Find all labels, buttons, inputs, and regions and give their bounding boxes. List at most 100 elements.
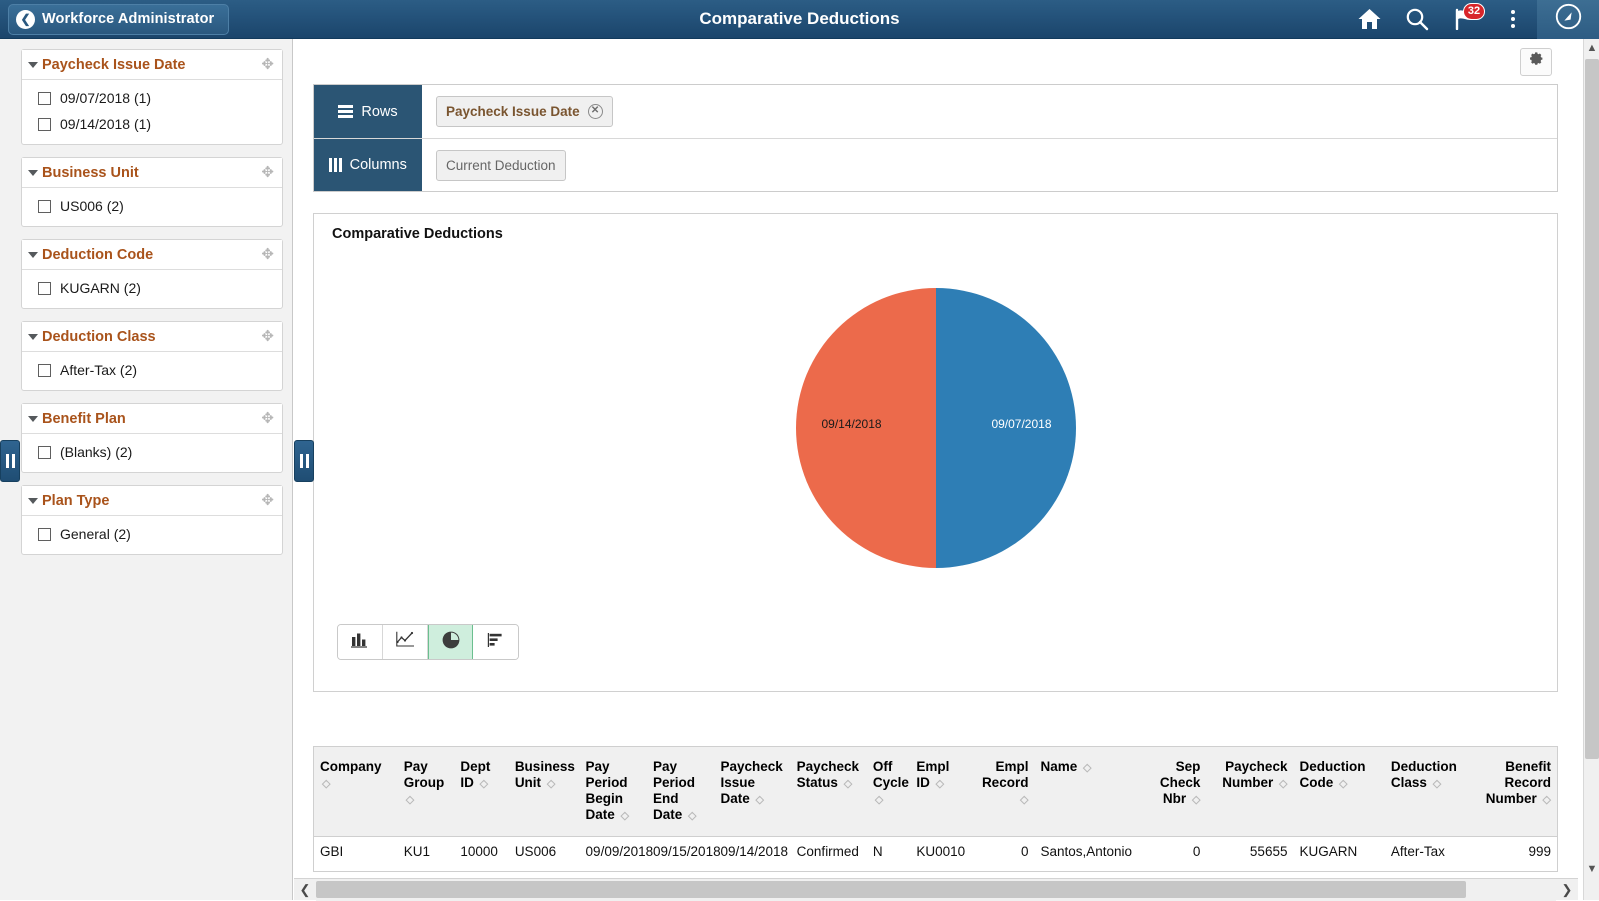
facet-header-plan-type[interactable]: Plan Type ✥ bbox=[22, 486, 282, 516]
checkbox[interactable] bbox=[38, 364, 51, 377]
col-label: Benefit Record Number bbox=[1486, 759, 1551, 806]
col-header-off-cycle[interactable]: Off Cycle ◇ bbox=[867, 747, 911, 837]
sort-icon[interactable]: ◇ bbox=[547, 778, 555, 790]
notifications-button[interactable]: 32 bbox=[1441, 0, 1489, 39]
col-header-empl-id[interactable]: Empl ID ◇ bbox=[910, 747, 967, 837]
facet-item[interactable]: (Blanks) (2) bbox=[22, 439, 282, 465]
move-handle-icon[interactable]: ✥ bbox=[261, 165, 274, 180]
facet-group-plan-type: Plan Type ✥ General (2) bbox=[21, 485, 283, 555]
sort-icon[interactable]: ◇ bbox=[1339, 778, 1347, 790]
move-handle-icon[interactable]: ✥ bbox=[261, 57, 274, 72]
vertical-scroll-thumb[interactable] bbox=[1585, 59, 1599, 759]
navbar-button[interactable] bbox=[1537, 0, 1599, 39]
home-button[interactable] bbox=[1345, 0, 1393, 39]
move-handle-icon[interactable]: ✥ bbox=[261, 411, 274, 426]
table-row[interactable]: GBI KU1 10000 US006 09/09/2018 09/15/201… bbox=[314, 837, 1557, 867]
sort-icon[interactable]: ◇ bbox=[1083, 762, 1091, 774]
cell-sep-check-nbr: 0 bbox=[1148, 837, 1207, 867]
facet-item-label: 09/14/2018 (1) bbox=[60, 116, 151, 132]
checkbox[interactable] bbox=[38, 282, 51, 295]
facet-title: Paycheck Issue Date bbox=[42, 57, 261, 73]
checkbox[interactable] bbox=[38, 92, 51, 105]
sort-icon[interactable]: ◇ bbox=[1543, 794, 1551, 806]
move-handle-icon[interactable]: ✥ bbox=[261, 247, 274, 262]
facet-item[interactable]: 09/14/2018 (1) bbox=[22, 111, 282, 137]
col-header-paycheck-issue-date[interactable]: Paycheck Issue Date ◇ bbox=[714, 747, 790, 837]
col-header-name[interactable]: Name ◇ bbox=[1034, 747, 1147, 837]
pivot-columns-button[interactable]: Columns bbox=[314, 139, 422, 191]
sort-icon[interactable]: ◇ bbox=[322, 778, 330, 790]
facet-item[interactable]: KUGARN (2) bbox=[22, 275, 282, 301]
back-to-workforce-administrator-button[interactable]: ❮ Workforce Administrator bbox=[8, 4, 229, 35]
sort-icon[interactable]: ◇ bbox=[1020, 794, 1028, 806]
collapse-panel-handle-right[interactable] bbox=[294, 440, 314, 482]
move-handle-icon[interactable]: ✥ bbox=[261, 329, 274, 344]
col-header-deduction-code[interactable]: Deduction Code ◇ bbox=[1293, 747, 1384, 837]
chart-type-bar-button[interactable] bbox=[338, 625, 383, 659]
col-header-company[interactable]: Company ◇ bbox=[314, 747, 398, 837]
col-header-sep-check-nbr[interactable]: Sep Check Nbr ◇ bbox=[1148, 747, 1207, 837]
sort-icon[interactable]: ◇ bbox=[406, 794, 414, 806]
pivot-chip-paycheck-issue-date[interactable]: Paycheck Issue Date ✕ bbox=[436, 96, 613, 127]
facet-header-benefit-plan[interactable]: Benefit Plan ✥ bbox=[22, 404, 282, 434]
checkbox[interactable] bbox=[38, 528, 51, 541]
col-header-pay-period-begin-date[interactable]: Pay Period Begin Date ◇ bbox=[580, 747, 647, 837]
col-header-paycheck-status[interactable]: Paycheck Status ◇ bbox=[791, 747, 867, 837]
col-header-business-unit[interactable]: Business Unit ◇ bbox=[509, 747, 580, 837]
sort-icon[interactable]: ◇ bbox=[1279, 778, 1287, 790]
sort-icon[interactable]: ◇ bbox=[480, 778, 488, 790]
facet-item[interactable]: General (2) bbox=[22, 521, 282, 547]
chevron-right-icon[interactable]: ❯ bbox=[1556, 879, 1578, 901]
sort-icon[interactable]: ◇ bbox=[844, 778, 852, 790]
col-header-paycheck-number[interactable]: Paycheck Number ◇ bbox=[1206, 747, 1293, 837]
checkbox[interactable] bbox=[38, 118, 51, 131]
remove-circle-icon[interactable]: ✕ bbox=[588, 104, 603, 119]
pie-slice-1[interactable] bbox=[796, 288, 936, 568]
col-header-deduction-class[interactable]: Deduction Class ◇ bbox=[1385, 747, 1474, 837]
sort-icon[interactable]: ◇ bbox=[875, 794, 883, 806]
chevron-down-icon[interactable]: ▼ bbox=[1584, 860, 1599, 878]
chart-type-horizontal-bar-button[interactable] bbox=[473, 625, 518, 659]
col-header-benefit-record-number[interactable]: Benefit Record Number ◇ bbox=[1474, 747, 1557, 837]
facet-item[interactable]: After-Tax (2) bbox=[22, 357, 282, 383]
col-header-pay-period-end-date[interactable]: Pay Period End Date ◇ bbox=[647, 747, 714, 837]
checkbox[interactable] bbox=[38, 446, 51, 459]
chart-type-line-button[interactable] bbox=[383, 625, 428, 659]
collapse-panel-handle-left[interactable] bbox=[0, 440, 20, 482]
facet-header-business-unit[interactable]: Business Unit ✥ bbox=[22, 158, 282, 188]
cell-deduction-class: After-Tax bbox=[1385, 837, 1474, 867]
col-header-dept-id[interactable]: Dept ID ◇ bbox=[454, 747, 508, 837]
facet-header-deduction-code[interactable]: Deduction Code ✥ bbox=[22, 240, 282, 270]
chevron-up-icon[interactable]: ▲ bbox=[1584, 39, 1599, 57]
sort-icon[interactable]: ◇ bbox=[756, 794, 764, 806]
chevron-left-icon[interactable]: ❮ bbox=[294, 879, 316, 901]
pivot-chip-current-deduction[interactable]: Current Deduction bbox=[436, 150, 566, 181]
chart-type-pie-button[interactable] bbox=[428, 625, 473, 659]
vertical-scrollbar[interactable]: ▲ ▼ bbox=[1583, 39, 1599, 900]
search-button[interactable] bbox=[1393, 0, 1441, 39]
navbar-compass-icon bbox=[1555, 3, 1582, 35]
actions-menu-button[interactable] bbox=[1489, 0, 1537, 39]
facet-header-paycheck-issue-date[interactable]: Paycheck Issue Date ✥ bbox=[22, 50, 282, 80]
horizontal-scroll-thumb[interactable] bbox=[316, 881, 1466, 898]
pivot-rows-button[interactable]: Rows bbox=[314, 85, 422, 138]
cell-pay-period-begin-date: 09/09/2018 bbox=[580, 837, 647, 867]
facet-header-deduction-class[interactable]: Deduction Class ✥ bbox=[22, 322, 282, 352]
facet-item[interactable]: 09/07/2018 (1) bbox=[22, 85, 282, 111]
sort-icon[interactable]: ◇ bbox=[688, 810, 696, 822]
col-header-empl-record[interactable]: Empl Record ◇ bbox=[967, 747, 1034, 837]
facet-item[interactable]: US006 (2) bbox=[22, 193, 282, 219]
sort-icon[interactable]: ◇ bbox=[621, 810, 629, 822]
cell-dept-id: 10000 bbox=[454, 837, 508, 867]
horizontal-scroll-track[interactable] bbox=[316, 879, 1556, 901]
sort-icon[interactable]: ◇ bbox=[1192, 794, 1200, 806]
sort-icon[interactable]: ◇ bbox=[936, 778, 944, 790]
settings-button[interactable] bbox=[1520, 48, 1552, 76]
col-header-pay-group[interactable]: Pay Group ◇ bbox=[398, 747, 455, 837]
move-handle-icon[interactable]: ✥ bbox=[261, 493, 274, 508]
kebab-menu-icon bbox=[1511, 10, 1515, 28]
horizontal-scrollbar[interactable]: ❮ ❯ bbox=[294, 878, 1578, 900]
sort-icon[interactable]: ◇ bbox=[1433, 778, 1441, 790]
checkbox[interactable] bbox=[38, 200, 51, 213]
pie-slice-0[interactable] bbox=[936, 288, 1076, 568]
